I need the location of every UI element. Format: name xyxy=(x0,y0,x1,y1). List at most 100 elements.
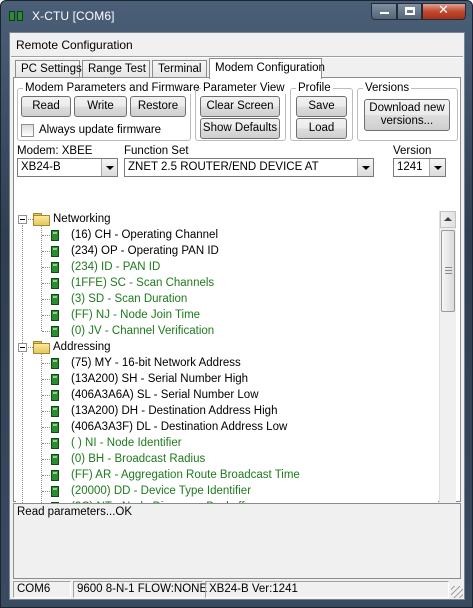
parameter-icon xyxy=(51,406,59,417)
tree-connector xyxy=(42,363,50,364)
parameter-icon xyxy=(51,470,59,481)
modem-config-panel: Modem Parameters and Firmware Read Write… xyxy=(13,77,461,535)
scrollbar-thumb[interactable] xyxy=(441,230,455,312)
collapse-networking-icon[interactable] xyxy=(18,215,27,224)
parameter-icon xyxy=(51,390,59,401)
title-bar[interactable]: X-CTU [COM6] ✕ xyxy=(1,1,472,31)
write-button[interactable]: Write xyxy=(74,96,127,117)
collapse-addressing-icon[interactable] xyxy=(18,343,27,352)
tree-parameter[interactable]: (13A200) DH - Destination Address High xyxy=(71,403,277,419)
tree-connector xyxy=(42,459,50,460)
tree-node-addressing[interactable]: Addressing xyxy=(53,339,111,355)
parameter-icon xyxy=(51,486,59,497)
clear-screen-button[interactable]: Clear Screen xyxy=(200,96,280,117)
show-defaults-button[interactable]: Show Defaults xyxy=(200,118,280,139)
parameter-icon xyxy=(51,422,59,433)
grip-line xyxy=(445,267,452,268)
status-message: Read parameters...OK xyxy=(17,506,133,518)
statusbar-device: XB24-B Ver:1241 xyxy=(205,581,449,598)
restore-button[interactable]: Restore xyxy=(130,96,186,117)
tree-parameter[interactable]: (FF) NJ - Node Join Time xyxy=(71,307,200,323)
statusbar-port: COM6 xyxy=(13,581,71,598)
tree-parameter[interactable]: (20000) DD - Device Type Identifier xyxy=(71,483,251,499)
xctu-app-icon xyxy=(9,9,25,23)
chevron-down-icon[interactable] xyxy=(101,159,117,176)
tab-terminal[interactable]: Terminal xyxy=(152,60,207,78)
parameter-view-group: Parameter View Clear Screen Show Default… xyxy=(195,82,287,141)
group-title-versions: Versions xyxy=(363,82,412,94)
folder-icon xyxy=(33,341,50,354)
parameter-icon xyxy=(51,374,59,385)
tab-modem-configuration[interactable]: Modem Configuration xyxy=(209,58,325,79)
tree-parameter[interactable]: (75) MY - 16-bit Network Address xyxy=(71,355,241,371)
parameter-icon xyxy=(51,278,59,289)
tree-connector xyxy=(42,443,50,444)
tab-range-test[interactable]: Range Test xyxy=(82,60,150,78)
profile-group: Profile Save Load xyxy=(290,82,353,141)
save-profile-button[interactable]: Save xyxy=(296,96,347,117)
tree-connector xyxy=(42,395,50,396)
function-set-label: Function Set xyxy=(124,145,189,157)
status-log-area[interactable]: Read parameters...OK xyxy=(13,503,461,579)
parameter-icon xyxy=(51,438,59,449)
load-profile-button[interactable]: Load xyxy=(296,118,347,139)
tree-parameter[interactable]: (FF) AR - Aggregation Route Broadcast Ti… xyxy=(71,467,300,483)
parameter-tree[interactable]: Networking (16) CH - Operating Channel (2… xyxy=(16,211,438,531)
modem-select[interactable]: XB24-B xyxy=(17,158,118,177)
function-set-select[interactable]: ZNET 2.5 ROUTER/END DEVICE AT xyxy=(124,158,374,177)
tree-connector xyxy=(42,379,50,380)
tree-connector xyxy=(42,283,50,284)
tree-parameter[interactable]: (13A200) SH - Serial Number High xyxy=(71,371,248,387)
function-set-value: ZNET 2.5 ROUTER/END DEVICE AT xyxy=(128,161,319,173)
scroll-up-arrow-icon[interactable] xyxy=(440,211,456,228)
maximize-button[interactable] xyxy=(397,3,422,20)
folder-icon xyxy=(33,213,50,226)
parameter-icon xyxy=(51,262,59,273)
parameter-icon xyxy=(51,310,59,321)
always-update-label[interactable]: Always update firmware xyxy=(39,124,161,136)
statusbar-settings: 9600 8-N-1 FLOW:NONE xyxy=(73,581,207,598)
version-select[interactable]: 1241 xyxy=(393,158,446,177)
modem-label: Modem: XBEE xyxy=(17,145,93,157)
parameter-icon xyxy=(51,294,59,305)
window-controls: ✕ xyxy=(371,3,466,21)
tree-parameter[interactable]: (234) ID - PAN ID xyxy=(71,259,160,275)
tree-parameter[interactable]: (406A3A3F) DL - Destination Address Low xyxy=(71,419,287,435)
tree-parameter[interactable]: (234) OP - Operating PAN ID xyxy=(71,243,219,259)
always-update-checkbox[interactable] xyxy=(21,124,34,137)
group-title-parameter-view: Parameter View xyxy=(201,82,287,94)
chevron-down-icon[interactable] xyxy=(357,159,373,176)
tree-parameter[interactable]: (3) SD - Scan Duration xyxy=(71,291,187,307)
tree-parameter[interactable]: (0) JV - Channel Verification xyxy=(71,323,214,339)
tree-parameter[interactable]: (406A3A6A) SL - Serial Number Low xyxy=(71,387,259,403)
group-title-profile: Profile xyxy=(296,82,333,94)
tree-connector xyxy=(42,491,50,492)
tree-connector xyxy=(42,427,50,428)
status-bar: COM6 9600 8-N-1 FLOW:NONE XB24-B Ver:124… xyxy=(11,580,464,599)
parameter-icon xyxy=(51,230,59,241)
tree-parameter[interactable]: (1FFE) SC - Scan Channels xyxy=(71,275,214,291)
tab-pc-settings[interactable]: PC Settings xyxy=(15,60,82,78)
tree-parameter[interactable]: (16) CH - Operating Channel xyxy=(71,227,218,243)
tree-connector xyxy=(42,299,50,300)
chevron-down-icon[interactable] xyxy=(429,159,445,176)
close-button[interactable]: ✕ xyxy=(422,3,466,20)
download-new-versions-button[interactable]: Download new versions... xyxy=(364,99,450,131)
tree-connector xyxy=(42,331,50,332)
tree-connector xyxy=(42,315,50,316)
tree-parameter[interactable]: (0) BH - Broadcast Radius xyxy=(71,451,205,467)
window-title: X-CTU [COM6] xyxy=(32,9,115,23)
tree-scrollbar[interactable] xyxy=(439,211,456,531)
modem-select-value: XB24-B xyxy=(21,161,61,173)
versions-group: Versions Download new versions... xyxy=(357,82,458,141)
maximize-icon xyxy=(405,7,415,15)
group-title-modem-params: Modem Parameters and Firmware xyxy=(23,82,202,94)
tree-node-networking[interactable]: Networking xyxy=(53,211,111,227)
resize-grip-icon[interactable] xyxy=(451,586,463,598)
read-button[interactable]: Read xyxy=(21,96,71,117)
tree-connector xyxy=(42,251,50,252)
tree-parameter[interactable]: ( ) NI - Node Identifier xyxy=(71,435,182,451)
parameter-icon xyxy=(51,326,59,337)
minimize-button[interactable] xyxy=(371,3,397,20)
tree-connector xyxy=(42,475,50,476)
